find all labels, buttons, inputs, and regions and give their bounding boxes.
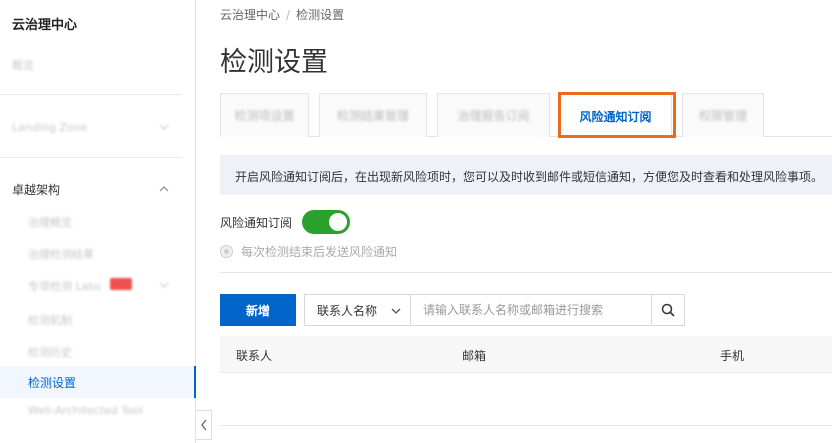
radio-button[interactable] [220,245,233,258]
tab-report-subscription[interactable]: 治理报告订阅 [437,93,550,137]
sidebar-item-well-architected-tool[interactable]: Well-Architected Tool [28,404,143,417]
main-content: 云治理中心 / 检测设置 检测设置 检测项设置 检测结果管理 治理报告订阅 风险通知… [197,0,832,443]
column-header-phone: 手机 [720,349,745,363]
toggle-knob [329,213,348,231]
sidebar-item-landing-zone[interactable]: Landing Zone [12,121,87,134]
column-header-email: 邮箱 [462,349,487,363]
sidebar: 云治理中心 概览 Landing Zone 卓越架构 治理概览 治理检测结果 专… [0,0,196,443]
select-value: 联系人名称 [317,303,378,318]
sidebar-item-governance-overview[interactable]: 治理概览 [28,214,72,230]
sidebar-divider [0,157,182,158]
sidebar-item-detection-settings[interactable]: 检测设置 [0,366,196,398]
sidebar-item-label: 检测设置 [28,376,77,390]
app-window: 云治理中心 概览 Landing Zone 卓越架构 治理概览 治理检测结果 专… [0,0,832,443]
chevron-down-icon [391,308,401,314]
sidebar-group-label[interactable]: 卓越架构 [12,181,60,198]
chevron-down-icon[interactable] [158,279,170,291]
tab-highlight-box [558,92,676,138]
page-title: 检测设置 [220,47,328,78]
breadcrumb-item-root[interactable]: 云治理中心 [220,8,280,22]
sidebar-item-overview[interactable]: 概览 [12,57,34,73]
active-indicator [194,366,196,398]
sidebar-item-detection-results[interactable]: 治理检测结果 [28,246,94,262]
sidebar-divider [0,94,182,95]
sidebar-item-detection-history[interactable]: 检测历史 [28,344,72,360]
subscription-row: 风险通知订阅 [220,210,351,234]
add-button[interactable]: 新增 [220,294,296,326]
tab-bar: 检测项设置 检测结果管理 治理报告订阅 风险通知订阅 权限管理 [220,93,832,138]
search-button[interactable] [651,294,685,326]
tab-permission-management[interactable]: 权限管理 [682,93,764,137]
search-input[interactable] [410,294,652,326]
breadcrumb: 云治理中心 / 检测设置 [220,6,344,23]
column-header-contact: 联系人 [236,349,273,363]
subscription-toggle[interactable] [302,210,351,234]
new-badge [110,278,132,290]
section-divider [220,272,832,273]
search-field-select[interactable]: 联系人名称 [304,294,411,326]
tab-check-item-settings[interactable]: 检测项设置 [220,93,309,137]
chevron-up-icon[interactable] [158,183,170,195]
sidebar-title: 云治理中心 [12,18,78,33]
info-notice: 开启风险通知订阅后，在出现新风险项时，您可以及时收到邮件或短信通知，方便您及时查… [220,155,832,195]
radio-label: 每次检测结束后发送风险通知 [241,245,398,259]
sidebar-item-labs[interactable]: 专项检测 Labs [28,278,101,294]
breadcrumb-separator: / [286,8,291,22]
sidebar-item-detection-mechanism[interactable]: 检测机制 [28,312,72,328]
search-icon [661,303,675,317]
breadcrumb-item-current: 检测设置 [296,8,345,22]
radio-option[interactable]: 每次检测结束后发送风险通知 [220,243,397,260]
subscription-label: 风险通知订阅 [220,215,293,230]
chevron-down-icon[interactable] [158,121,170,133]
table-header: 联系人 邮箱 手机 [220,336,832,373]
table-empty-body [220,425,832,426]
tab-result-management[interactable]: 检测结果管理 [319,93,427,137]
